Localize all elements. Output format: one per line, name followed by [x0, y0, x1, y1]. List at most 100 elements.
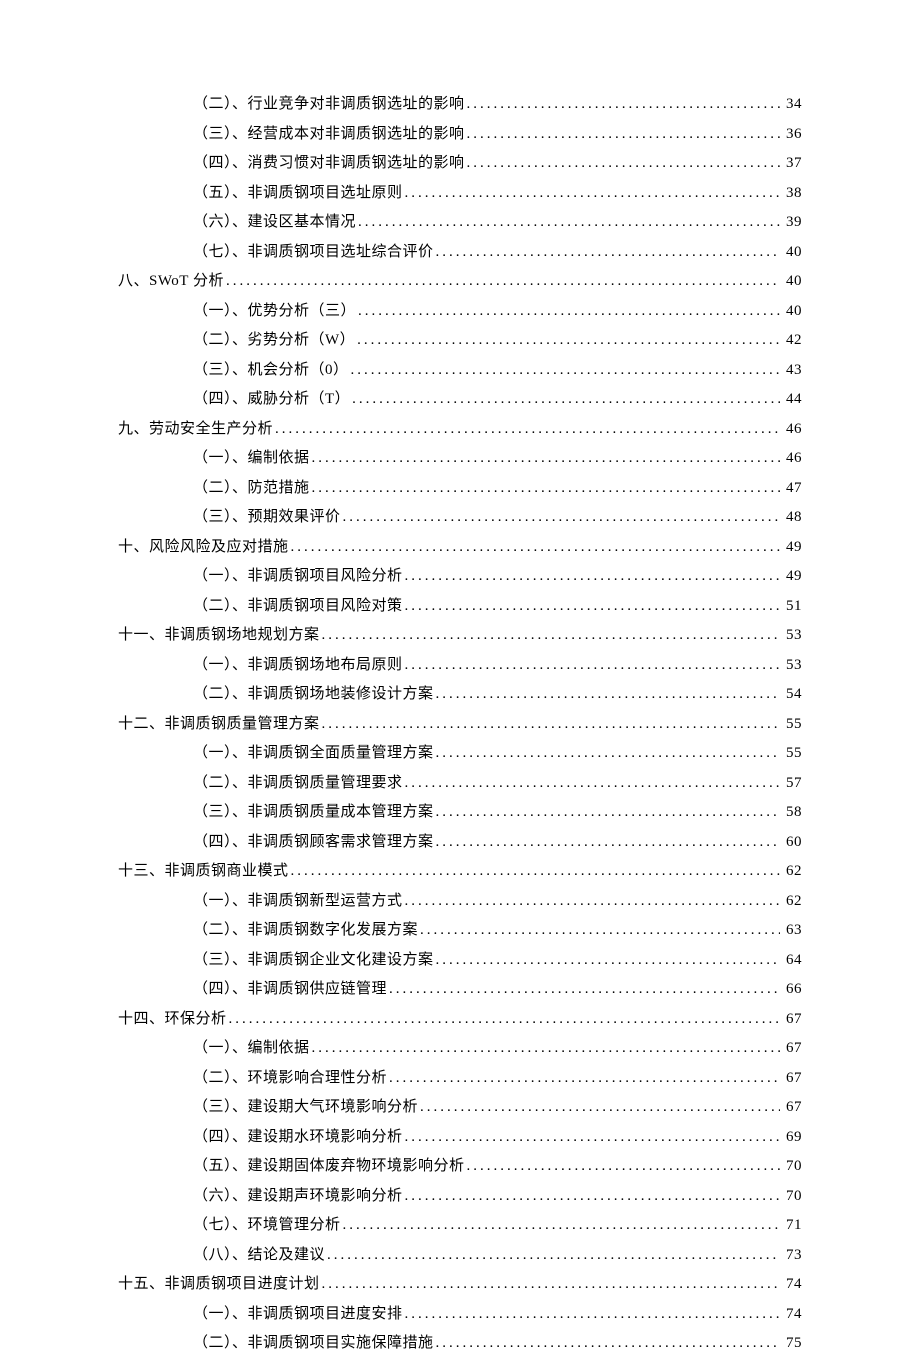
toc-leader-dots — [420, 1098, 780, 1116]
toc-entry[interactable]: （七）、非调质钢项目选址综合评价40 — [118, 243, 802, 261]
toc-entry-label: （一）、非调质钢项目风险分析 — [193, 567, 403, 585]
toc-entry-label: （二）、劣势分析（W） — [193, 331, 355, 349]
toc-entry[interactable]: （三）、预期效果评价48 — [118, 508, 802, 526]
toc-leader-dots — [291, 862, 780, 880]
toc-leader-dots — [389, 1069, 780, 1087]
toc-entry[interactable]: （二）、非调质钢项目实施保障措施 75 — [118, 1334, 802, 1352]
toc-entry[interactable]: （三）、非调质钢企业文化建设方案64 — [118, 951, 802, 969]
toc-entry[interactable]: （六）、建设期声环境影响分析70 — [118, 1187, 802, 1205]
toc-entry-label: （二）、非调质钢项目实施保障措施 — [193, 1334, 434, 1352]
toc-entry-page: 51 — [782, 597, 802, 615]
toc-entry-page: 39 — [782, 213, 802, 231]
toc-entry[interactable]: （一）、非调质钢项目进度安排74 — [118, 1305, 802, 1323]
toc-leader-dots — [405, 774, 780, 792]
toc-entry[interactable]: （四）、威胁分析（T）44 — [118, 390, 802, 408]
toc-entry[interactable]: （三）、建设期大气环境影响分析67 — [118, 1098, 802, 1116]
toc-leader-dots — [467, 125, 780, 143]
toc-entry-label: 十五、非调质钢项目进度计划 — [118, 1275, 320, 1293]
toc-leader-dots — [312, 479, 780, 497]
toc-leader-dots — [229, 1010, 780, 1028]
toc-entry-label: （三）、机会分析（0） — [193, 361, 349, 379]
toc-entry-page: 66 — [782, 980, 802, 998]
toc-entry-page: 49 — [782, 538, 802, 556]
toc-entry[interactable]: 九、劳动安全生产分析46 — [118, 420, 802, 438]
toc-entry[interactable]: 十三、非调质钢商业模式 62 — [118, 862, 802, 880]
toc-entry-page: 40 — [782, 302, 802, 320]
toc-leader-dots — [352, 390, 780, 408]
toc-entry-label: （一）、非调质钢新型运营方式 — [193, 892, 403, 910]
toc-entry[interactable]: （八）、结论及建议73 — [118, 1246, 802, 1264]
toc-entry-label: （一）、编制依据 — [193, 1039, 310, 1057]
toc-entry[interactable]: （四）、非调质钢供应链管理66 — [118, 980, 802, 998]
toc-entry[interactable]: 十四、环保分析 67 — [118, 1010, 802, 1028]
toc-entry[interactable]: （二）、非调质钢项目风险对策51 — [118, 597, 802, 615]
toc-entry-label: （三）、建设期大气环境影响分析 — [193, 1098, 418, 1116]
toc-entry-label: （三）、非调质钢质量成本管理方案 — [193, 803, 434, 821]
toc-entry-label: 十二、非调质钢质量管理方案 — [118, 715, 320, 733]
toc-entry-page: 69 — [782, 1128, 802, 1146]
toc-entry[interactable]: （一）、编制依据46 — [118, 449, 802, 467]
toc-entry[interactable]: （二）、防范措施47 — [118, 479, 802, 497]
toc-entry-page: 74 — [782, 1275, 802, 1293]
toc-leader-dots — [405, 597, 780, 615]
toc-entry[interactable]: 十五、非调质钢项目进度计划 74 — [118, 1275, 802, 1293]
toc-entry[interactable]: 十、风险风险及应对措施49 — [118, 538, 802, 556]
toc-entry[interactable]: （二）、行业竞争对非调质钢选址的影响34 — [118, 95, 802, 113]
toc-entry-label: （三）、经营成本对非调质钢选址的影响 — [193, 125, 465, 143]
toc-entry-label: 九、劳动安全生产分析 — [118, 420, 273, 438]
toc-entry-page: 64 — [782, 951, 802, 969]
toc-entry[interactable]: （五）、非调质钢项目选址原则38 — [118, 184, 802, 202]
toc-entry[interactable]: （二）、非调质钢质量管理要求57 — [118, 774, 802, 792]
toc-entry-page: 43 — [782, 361, 802, 379]
toc-entry[interactable]: （二）、劣势分析（W）42 — [118, 331, 802, 349]
toc-leader-dots — [357, 331, 780, 349]
toc-entry[interactable]: （一）、优势分析（三）40 — [118, 302, 802, 320]
toc-entry-label: 十三、非调质钢商业模式 — [118, 862, 289, 880]
toc-entry[interactable]: （三）、机会分析（0） 43 — [118, 361, 802, 379]
toc-page: （二）、行业竞争对非调质钢选址的影响34 （三）、经营成本对非调质钢选址的影响 36… — [0, 0, 920, 1352]
toc-leader-dots — [405, 892, 780, 910]
toc-leader-dots — [322, 626, 780, 644]
toc-entry[interactable]: （三）、非调质钢质量成本管理方案58 — [118, 803, 802, 821]
toc-entry-page: 70 — [782, 1187, 802, 1205]
toc-entry[interactable]: （六）、建设区基本情况39 — [118, 213, 802, 231]
toc-entry[interactable]: （一）、非调质钢新型运营方式62 — [118, 892, 802, 910]
toc-leader-dots — [467, 154, 780, 172]
toc-entry[interactable]: （三）、经营成本对非调质钢选址的影响 36 — [118, 125, 802, 143]
toc-entry[interactable]: 十一、非调质钢场地规划方案53 — [118, 626, 802, 644]
toc-entry[interactable]: （一）、非调质钢项目风险分析49 — [118, 567, 802, 585]
toc-entry[interactable]: （四）、消费习惯对非调质钢选址的影响37 — [118, 154, 802, 172]
toc-leader-dots — [312, 449, 780, 467]
toc-entry[interactable]: （一）、非调质钢场地布局原则53 — [118, 656, 802, 674]
toc-leader-dots — [405, 1128, 780, 1146]
toc-entry[interactable]: （一）、非调质钢全面质量管理方案55 — [118, 744, 802, 762]
toc-entry-page: 71 — [782, 1216, 802, 1234]
toc-entry[interactable]: 八、SWoT 分析40 — [118, 272, 802, 290]
toc-entry[interactable]: （二）、非调质钢数字化发展方案63 — [118, 921, 802, 939]
toc-entry[interactable]: （四）、建设期水环境影响分析69 — [118, 1128, 802, 1146]
toc-leader-dots — [389, 980, 780, 998]
toc-entry[interactable]: 十二、非调质钢质量管理方案 55 — [118, 715, 802, 733]
toc-leader-dots — [343, 508, 780, 526]
toc-entry-page: 46 — [782, 449, 802, 467]
toc-entry-page: 36 — [782, 125, 802, 143]
toc-entry[interactable]: （二）、非调质钢场地装修设计方案54 — [118, 685, 802, 703]
toc-entry-page: 75 — [782, 1334, 802, 1352]
toc-entry[interactable]: （一）、编制依据67 — [118, 1039, 802, 1057]
toc-entry-page: 67 — [782, 1010, 802, 1028]
toc-entry-label: （二）、非调质钢数字化发展方案 — [193, 921, 418, 939]
toc-entry[interactable]: （五）、建设期固体废弃物环境影响分析70 — [118, 1157, 802, 1175]
toc-entry-page: 47 — [782, 479, 802, 497]
toc-entry[interactable]: （二）、环境影响合理性分析67 — [118, 1069, 802, 1087]
toc-entry-label: 八、SWoT 分析 — [118, 272, 224, 290]
toc-entry-label: （一）、非调质钢项目进度安排 — [193, 1305, 403, 1323]
toc-entry-label: （四）、非调质钢顾客需求管理方案 — [193, 833, 434, 851]
toc-entry-page: 55 — [782, 715, 802, 733]
toc-list: （二）、行业竞争对非调质钢选址的影响34 （三）、经营成本对非调质钢选址的影响 36… — [118, 95, 802, 1352]
toc-entry-label: （七）、环境管理分析 — [193, 1216, 341, 1234]
toc-entry[interactable]: （七）、环境管理分析 71 — [118, 1216, 802, 1234]
toc-leader-dots — [436, 951, 780, 969]
toc-entry-label: 十四、环保分析 — [118, 1010, 227, 1028]
toc-entry[interactable]: （四）、非调质钢顾客需求管理方案60 — [118, 833, 802, 851]
toc-entry-page: 62 — [782, 862, 802, 880]
